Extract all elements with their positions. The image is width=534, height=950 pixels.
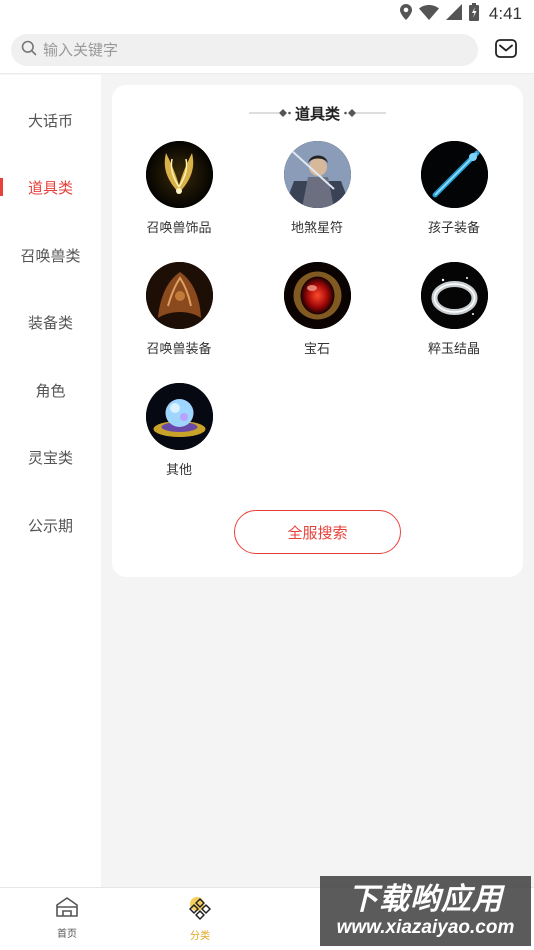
category-item-label: 召唤兽饰品 (146, 221, 212, 236)
status-icons: 4:41 (399, 3, 522, 25)
category-item-label: 其他 (165, 463, 192, 478)
category-item-label: 召唤兽装备 (146, 342, 212, 357)
nav-category-label: 分类 (190, 931, 210, 942)
card-title: 道具类 (112, 103, 523, 123)
message-button[interactable] (494, 38, 518, 62)
nav-category[interactable]: 分类 (160, 896, 240, 946)
wifi-icon (418, 4, 439, 24)
category-sidebar: 大话币 道具类 召唤兽类 装备类 角色 灵宝类 公示期 (0, 75, 101, 887)
category-item-star-talisman[interactable]: 地煞星符 (257, 141, 377, 241)
section-title: 道具类 (294, 104, 340, 123)
sidebar-item-props[interactable]: 道具类 (0, 167, 101, 207)
category-item-summon-accessory[interactable]: 召唤兽饰品 (119, 141, 239, 241)
watermark-url: www.xiazaiyao.com (336, 917, 515, 938)
sidebar-item-label: 灵宝类 (27, 448, 73, 467)
status-time: 4:41 (488, 4, 522, 23)
sidebar-item-characters[interactable]: 角色 (0, 370, 101, 410)
battery-icon (468, 3, 479, 25)
sidebar-item-summons[interactable]: 召唤兽类 (0, 235, 101, 275)
signal-icon (445, 4, 462, 24)
location-icon (399, 4, 412, 24)
category-item-jade-crystal[interactable]: 粹玉结晶 (394, 262, 514, 362)
sidebar-item-label: 角色 (35, 381, 66, 400)
sidebar-item-lingbao[interactable]: 灵宝类 (0, 437, 101, 477)
title-ornament-left-icon (248, 108, 291, 118)
search-all-servers-button[interactable]: 全服搜索 (234, 510, 401, 554)
sidebar-item-label: 道具类 (27, 178, 73, 197)
sidebar-item-publicity[interactable]: 公示期 (0, 505, 101, 545)
golden-wings-icon (145, 141, 213, 208)
watermark: 下载哟应用 www.xiazaiyao.com (320, 876, 531, 946)
status-bar: 4:41 (0, 0, 534, 28)
search-icon (21, 40, 37, 60)
blue-staff-icon (420, 141, 488, 208)
warrior-portrait-icon (283, 141, 351, 208)
category-item-label: 宝石 (303, 342, 330, 357)
title-ornament-right-icon (344, 108, 386, 118)
home-icon (54, 896, 80, 922)
category-item-summon-equipment[interactable]: 召唤兽装备 (119, 262, 239, 362)
mail-icon (495, 38, 517, 62)
category-card: 道具类 召唤兽饰品 地煞星符 孩子装备 召唤兽装备 宝石 粹玉结晶 其他 全服搜… (112, 85, 523, 577)
nav-home[interactable]: 首页 (27, 896, 107, 946)
category-item-other[interactable]: 其他 (119, 383, 239, 483)
crystal-orb-icon (145, 383, 213, 450)
search-box[interactable] (11, 34, 478, 66)
red-gem-icon (283, 262, 351, 329)
sidebar-item-equipment[interactable]: 装备类 (0, 302, 101, 342)
category-icon (187, 896, 213, 924)
sidebar-item-label: 装备类 (27, 313, 73, 332)
sidebar-item-label: 召唤兽类 (20, 246, 81, 265)
category-item-child-equipment[interactable]: 孩子装备 (394, 141, 514, 241)
jade-ring-icon (420, 262, 488, 329)
category-item-label: 地煞星符 (290, 221, 343, 236)
sidebar-item-label: 公示期 (27, 516, 73, 535)
nav-home-label: 首页 (57, 929, 77, 940)
category-item-label: 粹玉结晶 (427, 342, 480, 357)
search-header (0, 28, 534, 74)
category-item-label: 孩子装备 (427, 221, 480, 236)
bronze-armor-icon (145, 262, 213, 329)
sidebar-item-label: 大话币 (27, 111, 73, 130)
search-input[interactable] (43, 41, 443, 59)
sidebar-item-currency[interactable]: 大话币 (0, 100, 101, 140)
watermark-title: 下载哟应用 (348, 882, 503, 917)
category-item-gem[interactable]: 宝石 (257, 262, 377, 362)
